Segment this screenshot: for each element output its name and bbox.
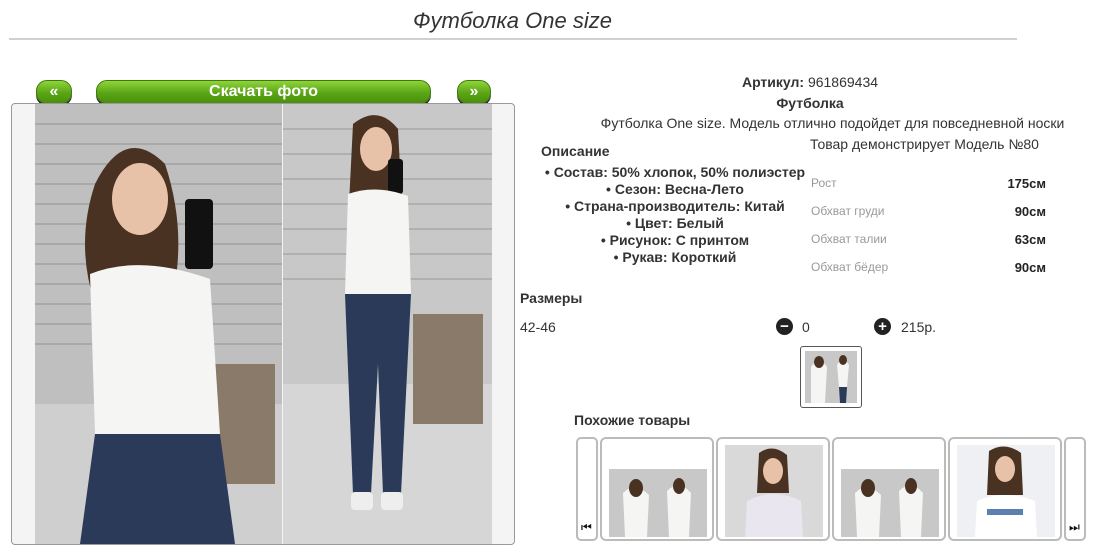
plus-circle-icon[interactable]: + [874, 318, 891, 335]
measurement-value: 90см [1014, 260, 1046, 275]
model-note: Товар демонстрирует Модель №80 [810, 136, 1039, 152]
article-label: Артикул: [741, 74, 805, 90]
article-line: Артикул: 961869434 [520, 74, 1100, 90]
sizes-heading: Размеры [520, 290, 583, 306]
product-photo-full[interactable] [283, 104, 492, 544]
measurement-value: 63см [1014, 232, 1046, 247]
title-divider [9, 38, 1017, 40]
model-measurements: Рост 175см Обхват груди 90см Обхват тали… [811, 176, 1051, 288]
quantity-value[interactable]: 0 [802, 319, 810, 335]
measurement-label: Обхват груди [811, 204, 885, 218]
article-value: 961869434 [807, 74, 879, 90]
measurement-value: 90см [1014, 204, 1046, 219]
measurement-label: Обхват бёдер [811, 260, 889, 274]
measurement-row: Обхват бёдер 90см [811, 260, 1051, 288]
property-item: Рукав: Короткий [530, 249, 820, 266]
property-item: Состав: 50% хлопок, 50% полиэстер [530, 164, 820, 181]
property-item: Рисунок: С принтом [530, 232, 820, 249]
minus-circle-icon[interactable]: − [776, 318, 793, 335]
similar-item-image [957, 445, 1055, 537]
similar-item-image [725, 445, 823, 537]
measurement-label: Рост [811, 176, 837, 190]
similar-next-button[interactable]: ⏭ [1064, 437, 1086, 541]
similar-item[interactable] [948, 437, 1062, 541]
measurement-row: Обхват талии 63см [811, 232, 1051, 260]
product-thumbnail[interactable] [800, 346, 862, 408]
measurement-row: Обхват груди 90см [811, 204, 1051, 232]
product-type: Футболка [776, 95, 844, 111]
measurement-value: 175см [1007, 176, 1046, 191]
product-photo-front[interactable] [35, 104, 282, 544]
measurement-row: Рост 175см [811, 176, 1051, 204]
product-photo-frame [11, 103, 515, 545]
thumbnail-image [805, 351, 857, 403]
property-list: Состав: 50% хлопок, 50% полиэстер Сезон:… [530, 164, 820, 266]
similar-heading: Похожие товары [574, 412, 691, 428]
download-photo-button[interactable]: Скачать фото [96, 80, 431, 104]
next-photo-button[interactable]: » [457, 80, 491, 104]
size-value: 42-46 [520, 319, 556, 335]
prev-photo-button[interactable]: « [36, 80, 72, 104]
measurement-label: Обхват талии [811, 232, 887, 246]
similar-item[interactable] [600, 437, 714, 541]
similar-prev-button[interactable]: ⏮ [576, 437, 598, 541]
similar-item[interactable] [832, 437, 946, 541]
product-description: Футболка One size. Модель отлично подойд… [600, 115, 1065, 131]
similar-item[interactable] [716, 437, 830, 541]
price: 215р. [901, 319, 937, 335]
description-heading: Описание [541, 143, 610, 159]
property-item: Сезон: Весна-Лето [530, 181, 820, 198]
similar-item-image [841, 469, 939, 537]
page-title: Футболка One size [413, 8, 612, 33]
property-item: Цвет: Белый [530, 215, 820, 232]
property-item: Страна-производитель: Китай [530, 198, 820, 215]
similar-item-image [609, 469, 707, 537]
